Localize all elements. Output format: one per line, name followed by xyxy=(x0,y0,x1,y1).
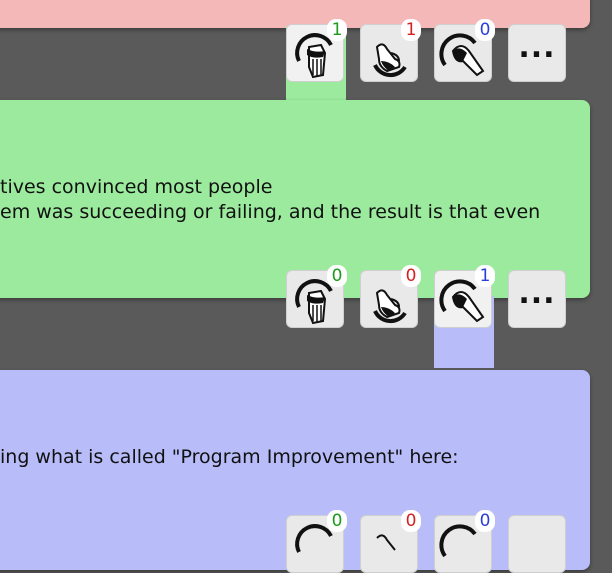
post-text-line: tives convinced most people xyxy=(0,176,273,198)
post-text-line: ing what is called "Program Improvement"… xyxy=(0,446,459,468)
reaction-point-button[interactable]: 1 xyxy=(434,265,495,328)
post-card-green: tives convinced most people em was succe… xyxy=(0,100,590,298)
reaction-thumbs-up-button[interactable]: 0 xyxy=(286,265,347,328)
reaction-point-button[interactable]: 0 xyxy=(434,19,495,82)
reaction-ok-button[interactable]: 1 xyxy=(360,19,421,82)
reaction-thumbs-up-button[interactable]: 1 xyxy=(286,19,347,82)
more-options-button[interactable] xyxy=(508,515,566,573)
reaction-count: 1 xyxy=(401,19,421,41)
reaction-count: 1 xyxy=(327,19,347,41)
more-options-button[interactable]: ... xyxy=(508,24,566,82)
more-options-button[interactable]: ... xyxy=(508,270,566,328)
reaction-count: 0 xyxy=(401,265,421,287)
post-text-line: em was succeeding or failing, and the re… xyxy=(0,201,541,223)
reaction-count: 0 xyxy=(475,19,495,41)
reaction-thumbs-up-button[interactable]: 0 xyxy=(286,510,347,573)
reaction-count: 0 xyxy=(475,510,495,532)
reaction-point-button[interactable]: 0 xyxy=(434,510,495,573)
reaction-count: 1 xyxy=(475,265,495,287)
reaction-count: 0 xyxy=(327,265,347,287)
reaction-ok-button[interactable]: 0 xyxy=(360,510,421,573)
reaction-count: 0 xyxy=(327,510,347,532)
reaction-ok-button[interactable]: 0 xyxy=(360,265,421,328)
reaction-count: 0 xyxy=(401,510,421,532)
